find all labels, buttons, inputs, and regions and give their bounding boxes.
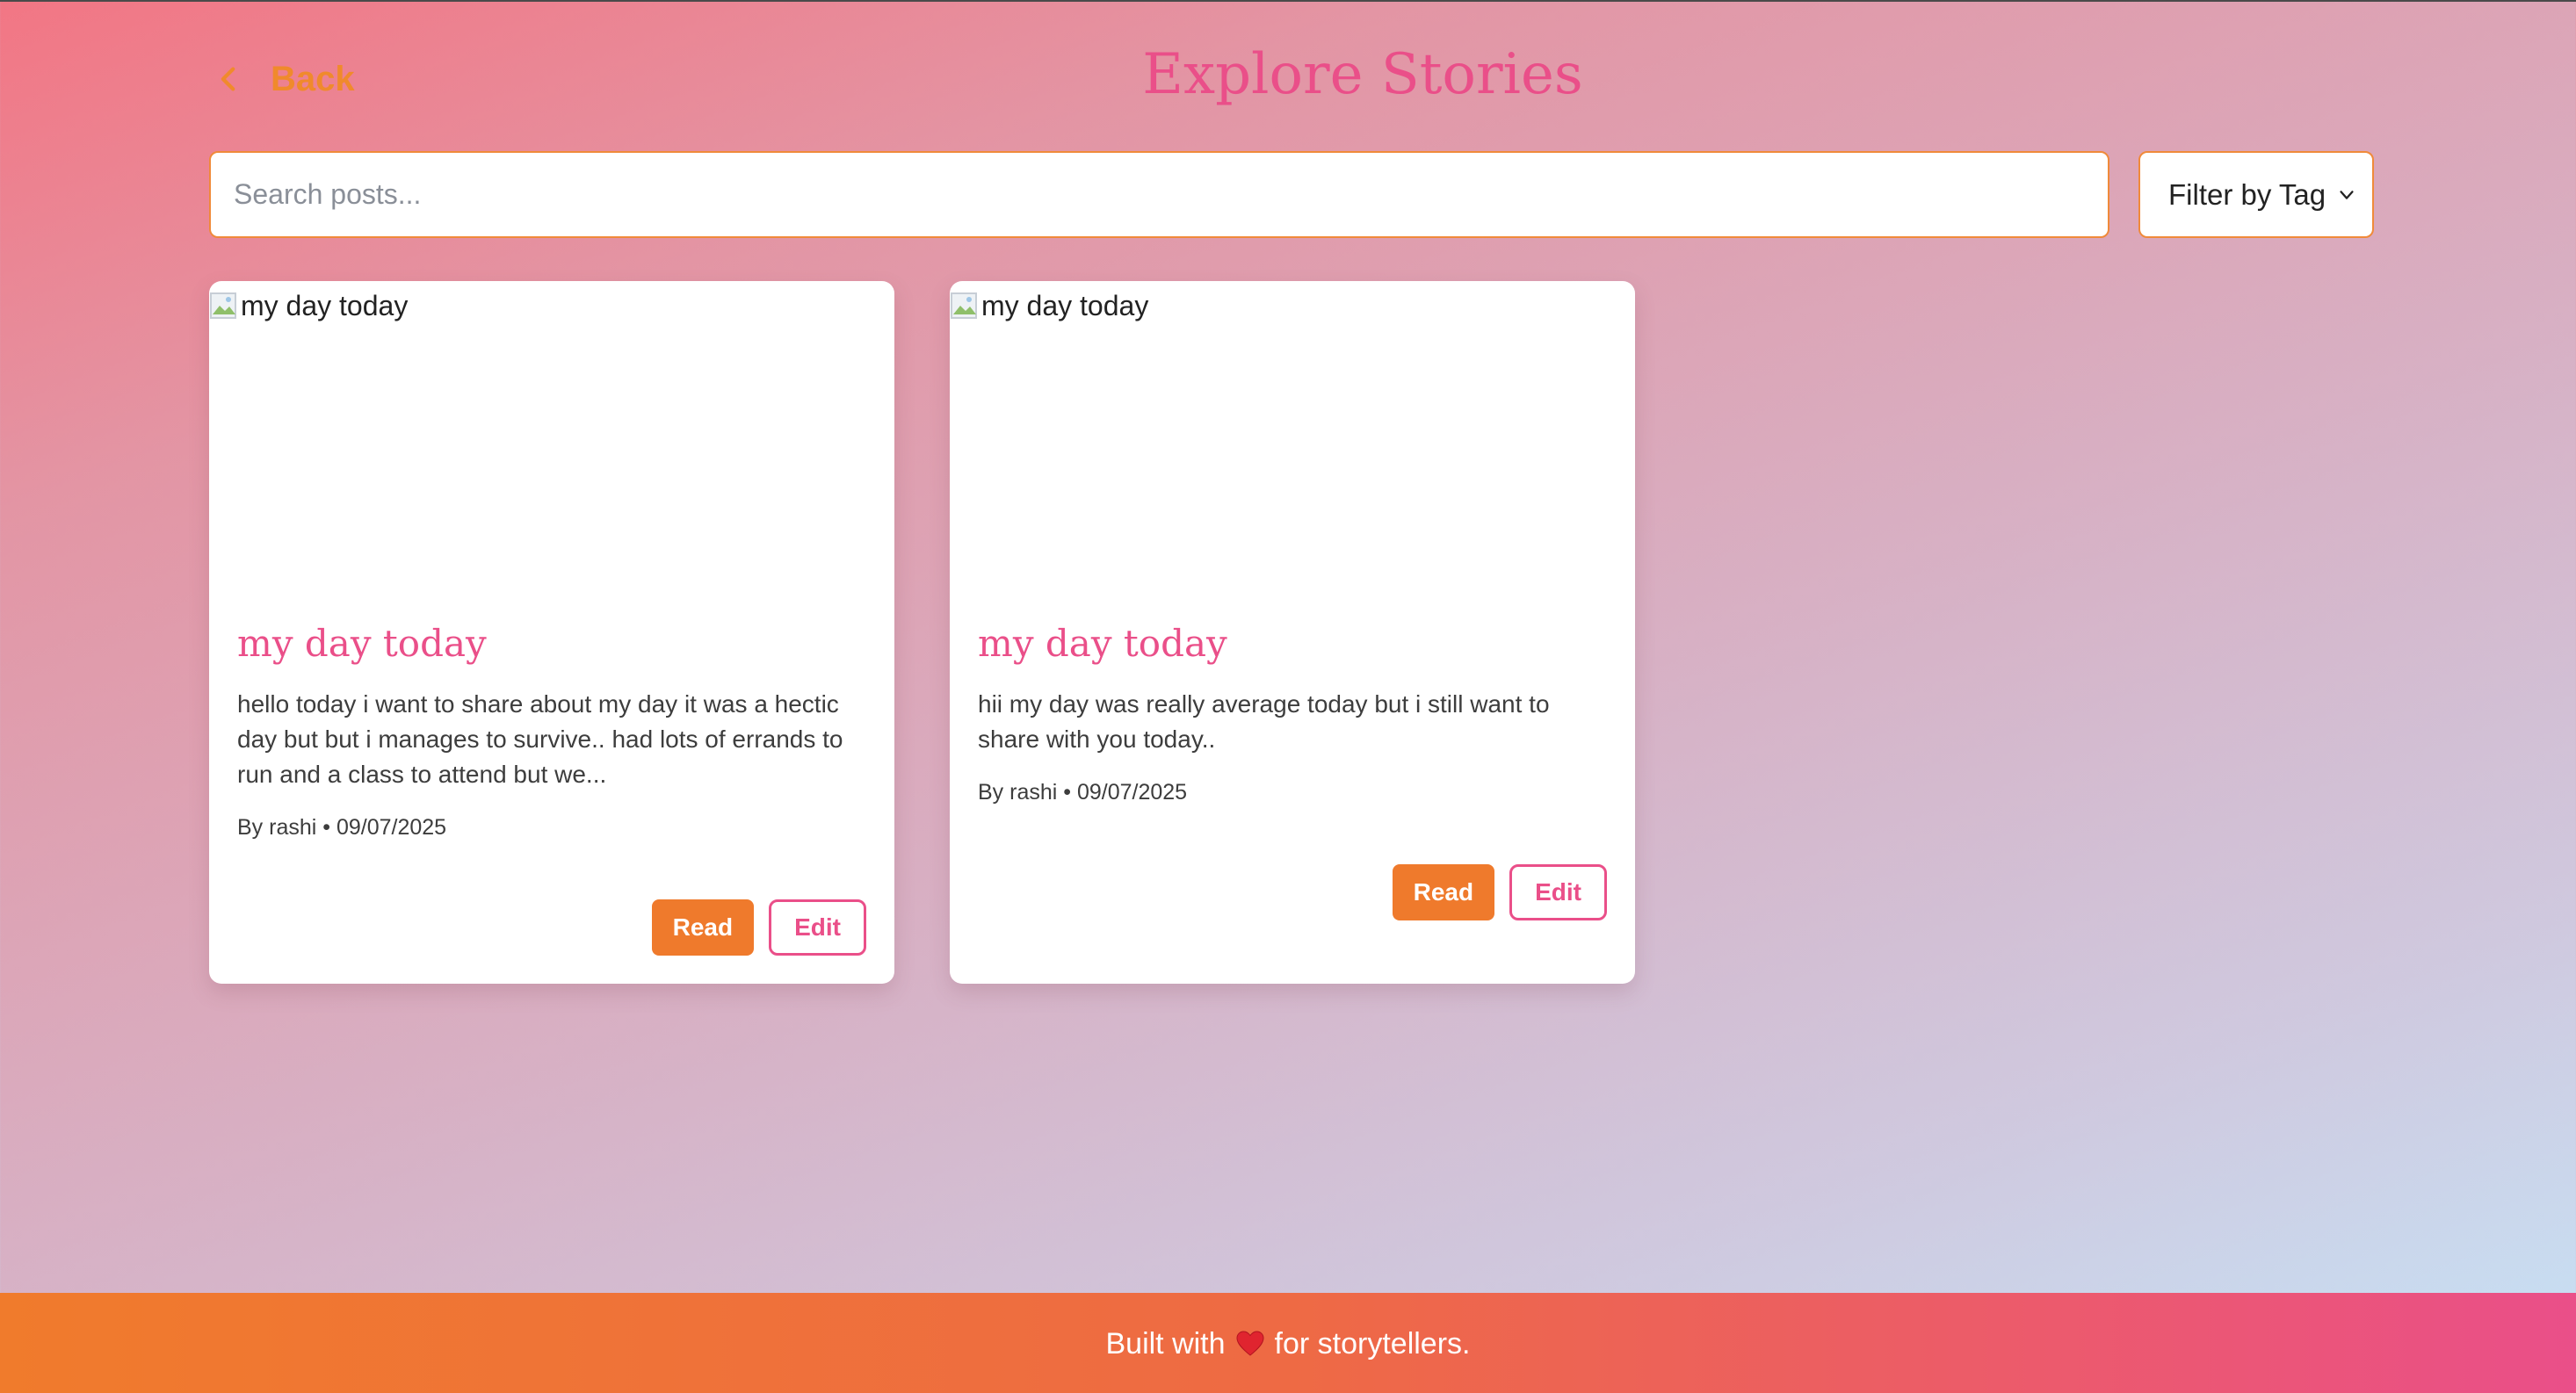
post-actions: Read Edit — [1392, 864, 1607, 920]
edit-button[interactable]: Edit — [1509, 864, 1607, 920]
post-excerpt: hii my day was really average today but … — [978, 690, 1550, 753]
footer-text-after: for storytellers. — [1274, 1326, 1471, 1361]
post-card: my day today my day today hii my day was… — [950, 281, 1635, 984]
post-title: my day today — [237, 622, 487, 665]
post-image: my day today — [209, 281, 408, 330]
image-alt-text: my day today — [241, 289, 409, 321]
edit-button[interactable]: Edit — [769, 899, 866, 956]
page-title: Explore Stories — [1142, 42, 1583, 107]
post-meta: By rashi • 09/07/2025 — [237, 815, 447, 840]
post-excerpt: hello today i want to share about my day… — [237, 690, 843, 788]
post-title: my day today — [978, 622, 1227, 665]
footer: Built with for storytellers. — [0, 1293, 2576, 1393]
filter-selected-value: Filter by Tag — [2168, 177, 2326, 211]
tag-filter-select[interactable]: Filter by Tag — [2138, 151, 2374, 238]
post-actions: Read Edit — [651, 899, 866, 956]
broken-image-icon — [950, 288, 980, 323]
chevron-down-icon — [2340, 190, 2354, 199]
image-alt-text: my day today — [981, 289, 1149, 321]
footer-text-before: Built with — [1105, 1326, 1226, 1361]
read-button[interactable]: Read — [1392, 864, 1495, 920]
post-meta: By rashi • 09/07/2025 — [978, 780, 1188, 805]
header: Back Explore Stories — [0, 2, 2576, 151]
read-button[interactable]: Read — [651, 899, 755, 956]
post-image: my day today — [950, 281, 1148, 330]
broken-image-icon — [209, 288, 239, 323]
heart-icon — [1236, 1331, 1264, 1357]
post-card: my day today my day today hello today i … — [209, 281, 894, 984]
search-input[interactable] — [209, 151, 2109, 238]
